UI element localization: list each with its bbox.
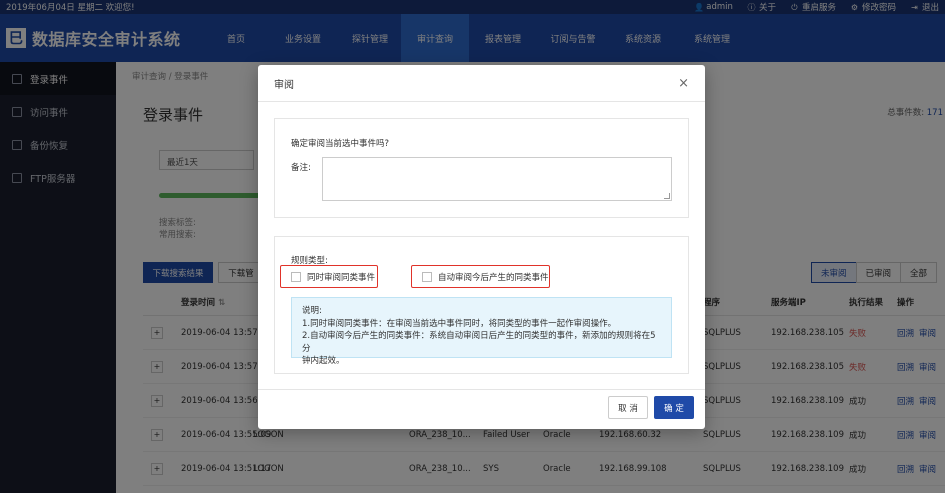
auto-review-label: 自动审阅今后产生的同类事件 xyxy=(438,272,549,283)
dialog-header: 审阅 × xyxy=(258,65,705,102)
dialog-footer: 取 消 确 定 xyxy=(258,389,705,429)
note-line-1: 1.同时审阅同类事件：在审阅当前选中事件同时，将同类型的事件一起作审阅操作。 xyxy=(302,318,617,329)
explanation-note: 说明: 1.同时审阅同类事件：在审阅当前选中事件同时，将同类型的事件一起作审阅操… xyxy=(291,297,672,366)
remark-panel: 确定审阅当前选中事件吗? 备注: xyxy=(274,118,689,218)
remark-label: 备注: xyxy=(291,163,311,173)
confirm-button[interactable]: 确 定 xyxy=(654,396,694,419)
auto-review-option[interactable]: 自动审阅今后产生的同类事件 xyxy=(411,265,550,288)
remark-textarea[interactable] xyxy=(322,157,672,201)
dialog-title: 审阅 xyxy=(274,79,294,91)
note-title: 说明: xyxy=(302,306,322,316)
review-similar-checkbox[interactable] xyxy=(291,271,301,282)
note-line-3: 钟内起效。 xyxy=(302,356,345,366)
review-similar-label: 同时审阅同类事件 xyxy=(307,272,376,283)
cancel-button[interactable]: 取 消 xyxy=(608,396,648,419)
auto-review-checkbox[interactable] xyxy=(422,271,432,282)
review-similar-option[interactable]: 同时审阅同类事件 xyxy=(280,265,378,288)
review-dialog: 审阅 × 确定审阅当前选中事件吗? 备注: 规则类型: 同时审阅同类事件 自动审… xyxy=(258,65,705,429)
rule-type-panel: 规则类型: 同时审阅同类事件 自动审阅今后产生的同类事件 说明: 1.同时审阅同… xyxy=(274,236,689,374)
note-line-2: 2.自动审阅今后产生的同类事件：系统自动审阅日后产生的同类型的事件，新添加的规则… xyxy=(302,331,656,354)
resize-handle[interactable] xyxy=(664,193,670,199)
confirm-question: 确定审阅当前选中事件吗? xyxy=(291,139,390,149)
close-icon[interactable]: × xyxy=(678,76,689,91)
